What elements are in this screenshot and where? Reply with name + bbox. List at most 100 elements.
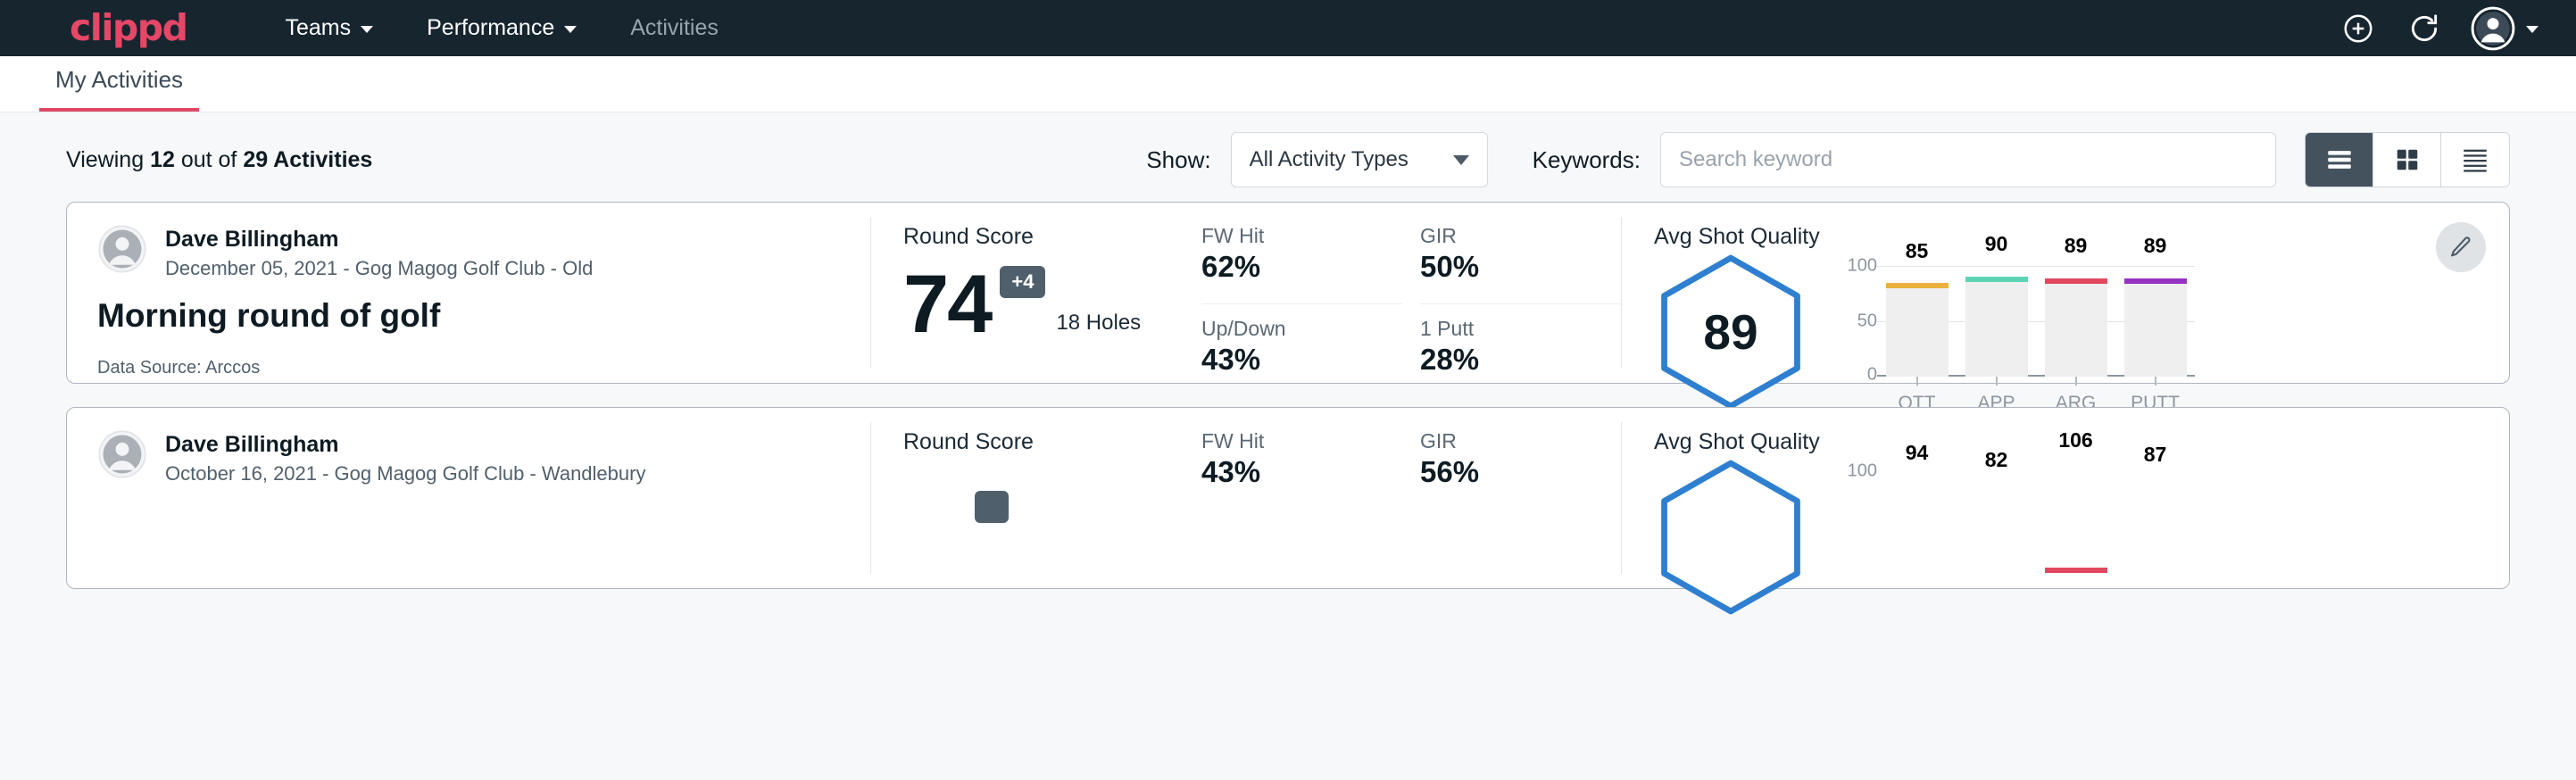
bar-cap bbox=[1965, 277, 2028, 282]
chevron-down-icon bbox=[1453, 155, 1469, 165]
nav-item-teams[interactable]: Teams bbox=[258, 15, 400, 41]
stat-label: Up/Down bbox=[1201, 317, 1349, 341]
stat-value: 56% bbox=[1420, 455, 1567, 489]
nav-right-actions bbox=[2339, 6, 2539, 51]
holes-label: 18 Holes bbox=[1056, 311, 1141, 336]
search-input[interactable] bbox=[1660, 132, 2276, 187]
nav-item-performance[interactable]: Performance bbox=[400, 15, 603, 41]
shot-quality-row: 89 100 50 0 bbox=[1654, 253, 2509, 414]
stat-label: GIR bbox=[1420, 429, 1567, 453]
round-score-section: Round Score bbox=[871, 408, 1201, 588]
stat-value: 50% bbox=[1420, 250, 1567, 284]
x-tick bbox=[1965, 377, 2028, 386]
round-score-value: 74 bbox=[903, 261, 991, 348]
chevron-down-icon bbox=[2526, 26, 2539, 33]
plus-circle-icon bbox=[2341, 12, 2375, 46]
avg-shot-quality-section: Avg Shot Quality 89 100 50 0 bbox=[1622, 203, 2509, 383]
shot-quality-bar-chart: 100 94 82 106 bbox=[1838, 471, 2195, 582]
compact-view-button[interactable] bbox=[2441, 133, 2509, 187]
bars: 85 90 bbox=[1877, 266, 2195, 377]
chart-y-axis: 100 bbox=[1838, 471, 1877, 582]
activity-card[interactable]: Dave Billingham December 05, 2021 - Gog … bbox=[66, 202, 2510, 384]
chevron-down-icon bbox=[361, 26, 373, 33]
viewing-prefix: Viewing bbox=[66, 147, 144, 172]
avatar bbox=[97, 224, 147, 274]
bar-value-label: 89 bbox=[2045, 234, 2107, 258]
activities-page: Viewing 12 out of 29 Activities Show: Al… bbox=[0, 112, 2576, 780]
bar-value-label: 87 bbox=[2124, 443, 2187, 467]
x-tick bbox=[1886, 377, 1949, 386]
edit-activity-button[interactable] bbox=[2436, 222, 2486, 272]
viewing-middle: out of bbox=[181, 147, 237, 172]
nav-item-performance-label: Performance bbox=[427, 15, 554, 41]
add-button[interactable] bbox=[2339, 9, 2378, 48]
shot-quality-hexagon bbox=[1654, 459, 1807, 616]
nav-item-teams-label: Teams bbox=[285, 15, 351, 41]
chart-plot-area: 100 50 0 85 bbox=[1838, 266, 2195, 377]
show-label: Show: bbox=[1146, 146, 1210, 174]
stat-value: 43% bbox=[1201, 455, 1349, 489]
compact-view-icon bbox=[2460, 145, 2490, 175]
activity-date-course: October 16, 2021 - Gog Magog Golf Club -… bbox=[165, 462, 645, 485]
x-tick bbox=[2045, 377, 2107, 386]
bar-value-label: 94 bbox=[1886, 441, 1949, 465]
pencil-icon bbox=[2448, 235, 2473, 260]
y-tick-label: 0 bbox=[1867, 365, 1877, 386]
user-menu[interactable] bbox=[2471, 6, 2539, 51]
y-tick-label: 100 bbox=[1848, 256, 1877, 277]
activity-card[interactable]: Dave Billingham October 16, 2021 - Gog M… bbox=[66, 407, 2510, 589]
round-score-label: Round Score bbox=[903, 224, 1201, 250]
y-tick-label: 50 bbox=[1857, 311, 1877, 332]
chart-y-axis: 100 50 0 bbox=[1838, 266, 1877, 377]
activity-author-name: Dave Billingham bbox=[165, 431, 645, 459]
bar-value-label: 82 bbox=[1965, 448, 2028, 472]
avatar bbox=[97, 429, 147, 479]
clippd-logo[interactable]: clippd bbox=[70, 10, 187, 46]
primary-nav-links: Teams Performance Activities bbox=[258, 15, 744, 41]
score-delta-badge bbox=[975, 491, 1009, 523]
stat-gir: GIR 50% bbox=[1420, 224, 1621, 304]
bar-column: 106 bbox=[2045, 471, 2107, 582]
view-toggle-group bbox=[2305, 132, 2510, 187]
stat-value: 62% bbox=[1201, 250, 1349, 284]
shot-quality-value: 89 bbox=[1654, 253, 1807, 411]
y-tick-label: 100 bbox=[1848, 461, 1877, 482]
activity-author-text: Dave Billingham October 16, 2021 - Gog M… bbox=[165, 429, 645, 485]
chevron-down-icon bbox=[564, 26, 577, 33]
bar-column: 89 bbox=[2124, 266, 2187, 377]
bar-column: 94 bbox=[1886, 471, 1949, 582]
viewing-total: 29 Activities bbox=[243, 147, 372, 172]
stat-one-putt: 1 Putt 28% bbox=[1420, 304, 1621, 384]
bar bbox=[2124, 278, 2187, 377]
stat-label: FW Hit bbox=[1201, 429, 1349, 453]
shot-quality-row: 100 94 82 106 bbox=[1654, 459, 2509, 616]
bar bbox=[2045, 278, 2107, 377]
bar bbox=[1886, 283, 1949, 377]
stat-value: 43% bbox=[1201, 343, 1349, 377]
nav-item-activities[interactable]: Activities bbox=[603, 15, 745, 41]
chart-bars-area: 85 90 bbox=[1877, 266, 2195, 377]
top-navigation-bar: clippd Teams Performance Activities bbox=[0, 0, 2576, 56]
list-view-button[interactable] bbox=[2306, 133, 2373, 187]
tab-bar: My Activities bbox=[0, 56, 2576, 112]
grid-view-button[interactable] bbox=[2373, 133, 2441, 187]
refresh-button[interactable] bbox=[2405, 9, 2444, 48]
stat-gir: GIR 56% bbox=[1420, 429, 1621, 539]
activity-date-course: December 05, 2021 - Gog Magog Golf Club … bbox=[165, 257, 593, 280]
avg-shot-quality-section: Avg Shot Quality 100 bbox=[1622, 408, 2509, 588]
stat-value: 28% bbox=[1420, 343, 1567, 377]
bars: 94 82 106 bbox=[1877, 471, 2195, 582]
shot-quality-hexagon: 89 bbox=[1654, 253, 1807, 411]
refresh-icon bbox=[2407, 12, 2441, 46]
bar bbox=[1965, 277, 2028, 377]
viewing-count-text: Viewing 12 out of 29 Activities bbox=[66, 147, 372, 173]
activity-author: Dave Billingham December 05, 2021 - Gog … bbox=[97, 224, 840, 280]
activity-stats-grid: FW Hit 62% GIR 50% Up/Down 43% 1 Putt 28… bbox=[1201, 203, 1621, 383]
round-score-row: 74 +4 18 Holes bbox=[903, 253, 1201, 348]
activity-card-left: Dave Billingham October 16, 2021 - Gog M… bbox=[67, 408, 870, 588]
tab-my-activities[interactable]: My Activities bbox=[39, 66, 199, 112]
bar-column: 89 bbox=[2045, 266, 2107, 377]
bar-value-label: 89 bbox=[2124, 234, 2187, 258]
activity-type-select[interactable]: All Activity Types bbox=[1231, 132, 1488, 187]
stat-fw-hit: FW Hit 43% bbox=[1201, 429, 1402, 539]
